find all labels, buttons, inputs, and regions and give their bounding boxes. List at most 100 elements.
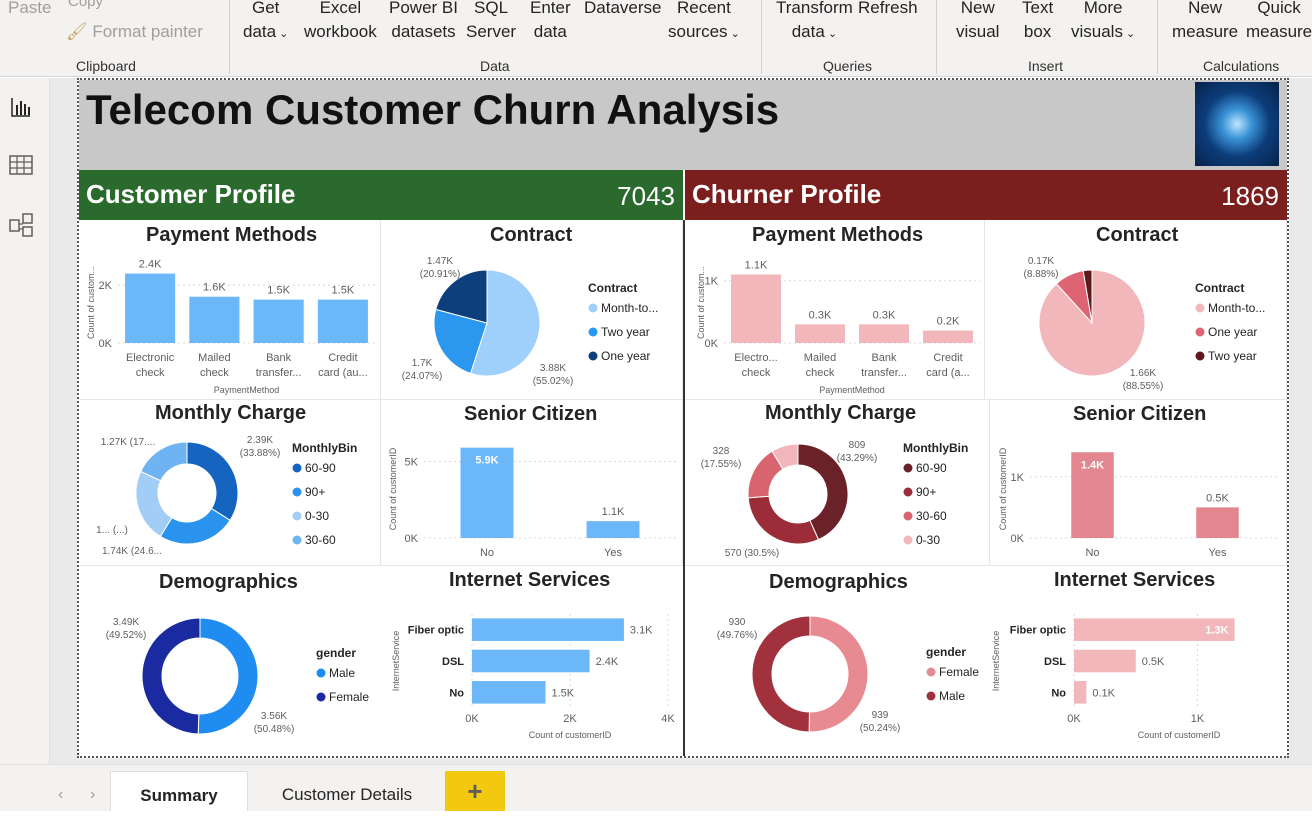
x-tick-label: 2K — [563, 713, 577, 725]
y-tick-label: 5K — [405, 456, 419, 468]
x-tick-label: Yes — [604, 547, 622, 559]
chevron-right-icon[interactable]: › — [90, 786, 95, 804]
y-tick-label: No — [449, 687, 464, 699]
legend-marker — [926, 691, 936, 701]
legend-title: gender — [926, 645, 966, 659]
y-tick-label: Fiber optic — [408, 625, 464, 637]
y-tick-label: 1K — [705, 276, 719, 288]
slice-label: 0.17K — [1028, 256, 1054, 267]
slice-pct-label: (24.07%) — [402, 371, 443, 382]
bar — [1074, 649, 1136, 673]
data-label: 5.9K — [475, 455, 498, 467]
bar — [795, 324, 845, 343]
x-tick-label: Electronic — [126, 352, 175, 364]
y-axis-title: Count of customerID — [998, 447, 1008, 530]
data-label: 1.3K — [1205, 625, 1228, 637]
slice-pct-label: (33.88%) — [240, 448, 281, 459]
x-tick-label: Electro... — [734, 352, 777, 364]
slice-label: 930 — [729, 617, 746, 628]
x-tick-label: Yes — [1209, 547, 1227, 559]
legend-marker — [1195, 303, 1205, 313]
slice-label: 939 — [872, 710, 889, 721]
slice-pct-label: (50.48%) — [254, 724, 295, 735]
y-axis-title: Count of custom... — [696, 266, 706, 339]
slice — [135, 470, 173, 538]
legend-marker — [588, 351, 598, 361]
bar — [472, 681, 546, 704]
data-label: 1.1K — [745, 259, 768, 271]
slice-pct-label: (43.29%) — [837, 453, 878, 464]
charts-layer: 0K 2K 2.4K Electronic check 1.6K Mailed check 1.… — [86, 256, 1280, 740]
legend-marker — [292, 487, 302, 497]
legend-marker — [316, 668, 326, 678]
bar — [253, 299, 304, 343]
y-tick-label: 0K — [705, 338, 719, 350]
slice-pct-label: (20.91%) — [420, 269, 461, 280]
slice-label: 3.49K — [113, 617, 139, 628]
legend-title: Contract — [1195, 281, 1244, 295]
x-tick-label: check — [136, 367, 165, 379]
bar — [1196, 507, 1239, 538]
legend-label: 60-90 — [305, 461, 336, 475]
bar — [189, 296, 240, 343]
tab-customer-details[interactable]: Customer Details — [262, 771, 432, 811]
bar — [472, 649, 590, 673]
data-label: 1.5K — [267, 285, 290, 297]
slice — [159, 507, 231, 545]
data-label: 0.5K — [1142, 656, 1165, 668]
bar — [586, 521, 640, 538]
data-label: 1.6K — [203, 282, 226, 294]
legend-title: MonthlyBin — [292, 441, 357, 455]
x-axis-title: Count of customerID — [529, 730, 612, 740]
x-tick-label: 0K — [1067, 713, 1081, 725]
data-label: 0.5K — [1206, 492, 1229, 504]
legend-label: 30-60 — [916, 509, 947, 523]
y-tick-label: DSL — [1044, 656, 1066, 668]
tab-summary[interactable]: Summary — [110, 771, 248, 811]
y-tick-label: Fiber optic — [1010, 625, 1066, 637]
x-tick-label: 1K — [1191, 713, 1205, 725]
bar — [923, 330, 973, 343]
data-label: 0.3K — [873, 309, 896, 321]
slice — [808, 615, 869, 733]
x-tick-label: Bank — [266, 352, 292, 364]
x-axis-title: PaymentMethod — [819, 385, 885, 395]
legend-marker — [292, 463, 302, 473]
slice-label: 1.47K — [427, 256, 453, 267]
x-tick-label: Mailed — [198, 352, 230, 364]
slice — [186, 441, 239, 522]
legend-label: 90+ — [305, 485, 325, 499]
legend-label: Female — [329, 690, 369, 704]
legend-label: One year — [601, 349, 650, 363]
y-tick-label: No — [1051, 687, 1066, 699]
y-tick-label: 2K — [99, 280, 113, 292]
data-label: 1.5K — [332, 285, 355, 297]
x-tick-label: Credit — [328, 352, 357, 364]
y-tick-label: 0K — [1011, 533, 1025, 545]
slice-label: 1.27K (17.... — [101, 437, 155, 448]
data-label: 1.1K — [602, 506, 625, 518]
add-page-button[interactable]: + — [445, 771, 505, 811]
slice-label: 1.74K (24.6... — [102, 546, 162, 557]
x-axis-title: PaymentMethod — [214, 385, 280, 395]
bar — [859, 324, 909, 343]
slice-label: 3.88K — [540, 363, 566, 374]
legend-marker — [1195, 351, 1205, 361]
bar — [317, 299, 368, 343]
slice-pct-label: (8.88%) — [1023, 269, 1058, 280]
legend-title: MonthlyBin — [903, 441, 968, 455]
data-label: 2.4K — [139, 259, 162, 271]
legend-label: Male — [939, 689, 965, 703]
y-axis-title: Count of custom... — [86, 266, 96, 339]
legend-marker — [316, 692, 326, 702]
legend-marker — [903, 487, 913, 497]
legend-label: Month-to... — [601, 301, 658, 315]
x-tick-label: transfer... — [256, 367, 302, 379]
chevron-left-icon[interactable]: ‹ — [58, 786, 63, 804]
legend-label: 30-60 — [305, 533, 336, 547]
slice — [141, 617, 201, 735]
slice — [747, 495, 820, 545]
legend-label: Two year — [1208, 349, 1257, 363]
legend-marker — [903, 511, 913, 521]
slice-pct-label: (17.55%) — [701, 459, 742, 470]
